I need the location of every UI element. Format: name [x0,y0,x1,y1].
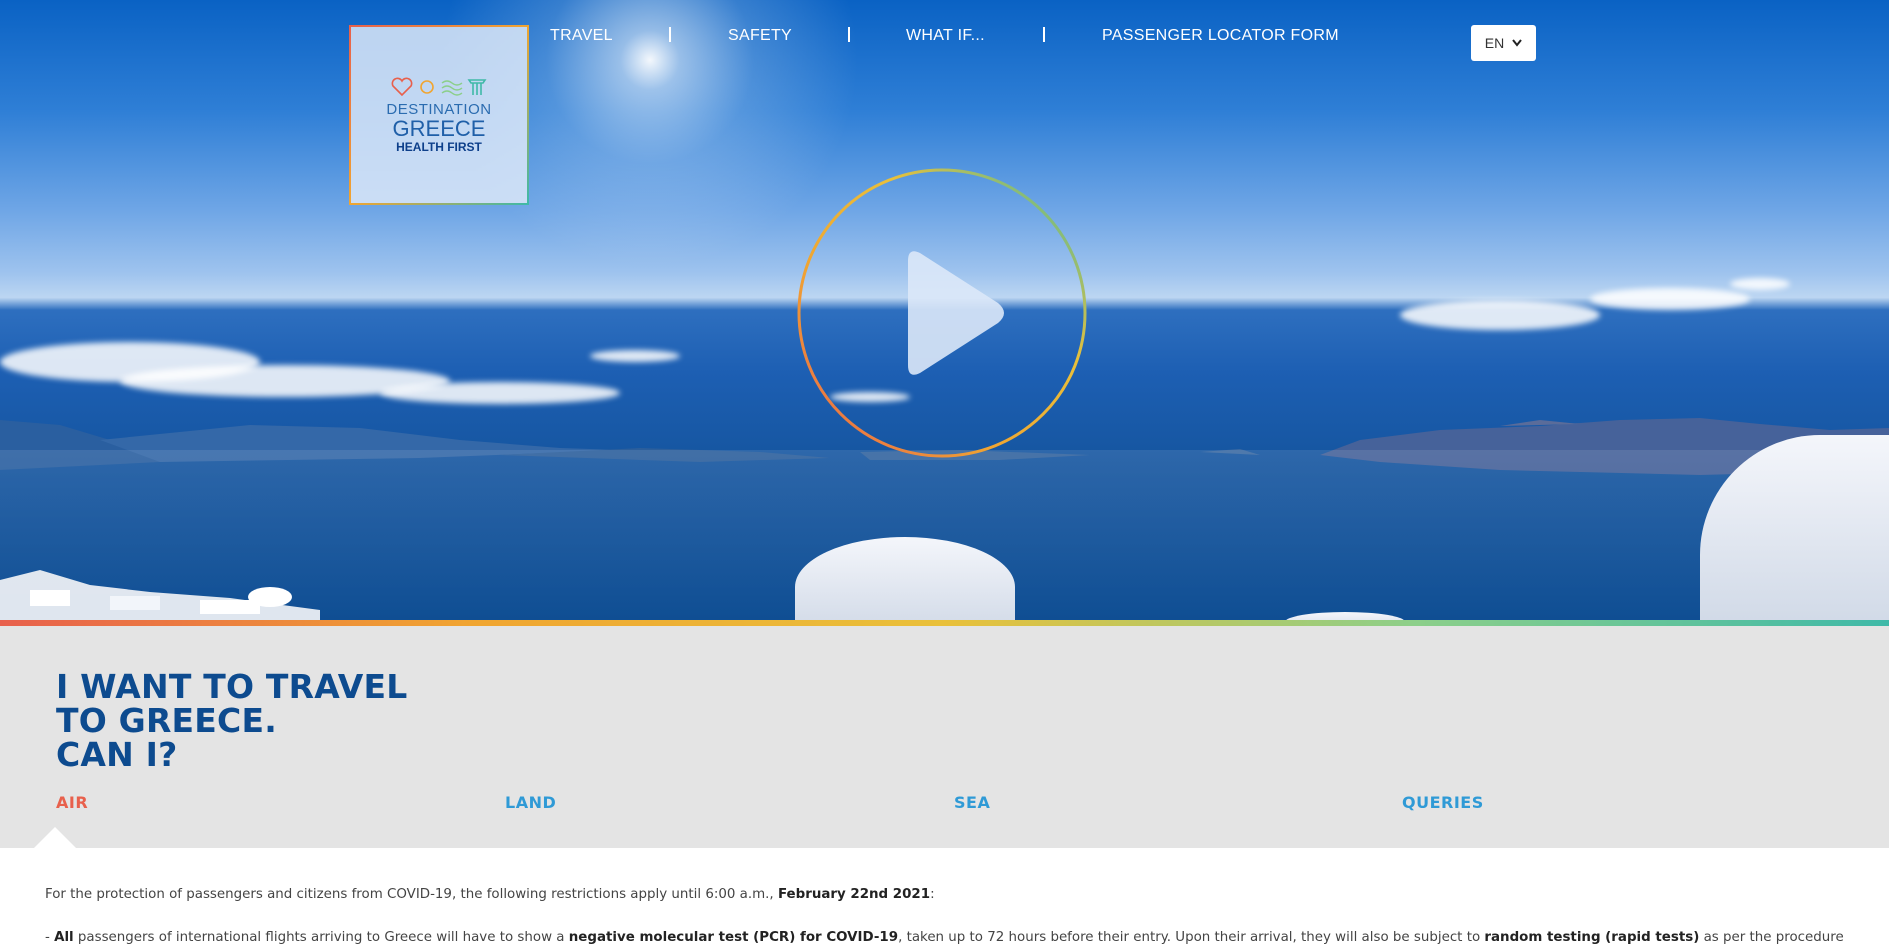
paragraph-text: passengers of international flights arri… [73,930,569,945]
logo-destination-text: DESTINATION [386,100,492,118]
paragraph-bold-text: random testing (rapid tests) [1484,930,1700,945]
nav-passenger-locator-form-link[interactable]: PASSENGER LOCATOR FORM [1102,27,1339,45]
nav-what-if-link[interactable]: WHAT IF... [906,27,985,45]
title-line: I WANT TO TRAVEL [56,667,408,706]
sun-icon [420,79,434,94]
logo-health-first-text: HEALTH FIRST [396,139,482,154]
nav-travel-link[interactable]: TRAVEL [550,27,613,45]
pcr-requirement-paragraph: - All passengers of international flight… [45,929,1855,947]
tab-sea[interactable]: SEA [954,793,990,812]
paragraph-text: as per the procedure [1699,930,1844,945]
logo-icons [391,77,487,97]
paragraph-text: - [45,930,55,945]
tab-queries[interactable]: QUERIES [1402,793,1484,812]
air-travel-content: For the protection of passengers and cit… [45,886,1855,947]
destination-greece-logo[interactable]: DESTINATION GREECE HEALTH FIRST [349,25,529,205]
play-video-button[interactable] [796,167,1088,459]
section-title: I WANT TO TRAVEL TO GREECE. CAN I? [56,670,407,772]
title-line: TO GREECE. [56,701,277,740]
travel-question-section: I WANT TO TRAVEL TO GREECE. CAN I? AIR L… [0,626,1889,849]
language-selector[interactable]: EN [1471,25,1536,61]
waves-icon [441,79,463,96]
heart-icon [391,77,413,96]
paragraph-text: : [930,887,935,902]
nav-safety-link[interactable]: SAFETY [728,27,792,45]
nav-separator [1043,27,1045,42]
column-icon [467,78,487,95]
tab-air[interactable]: AIR [56,793,88,812]
play-icon [797,168,1087,458]
chevron-down-icon [1512,39,1522,47]
restrictions-intro-paragraph: For the protection of passengers and cit… [45,886,1855,904]
nav-separator [848,27,850,42]
paragraph-text: , taken up to 72 hours before their entr… [898,930,1485,945]
nav-separator [669,27,671,42]
paragraph-bold-text: All [54,930,74,945]
language-value: EN [1484,35,1505,51]
hero-video-banner[interactable]: DESTINATION GREECE HEALTH FIRST TRAVEL S… [0,0,1889,620]
title-line: CAN I? [56,735,178,774]
active-tab-indicator [33,827,77,849]
logo-greece-text: GREECE [392,115,486,141]
tab-land[interactable]: LAND [505,793,556,812]
paragraph-bold-date: February 22nd 2021 [777,887,931,902]
paragraph-bold-text: negative molecular test (PCR) for COVID-… [568,930,899,945]
paragraph-text: For the protection of passengers and cit… [45,887,774,902]
